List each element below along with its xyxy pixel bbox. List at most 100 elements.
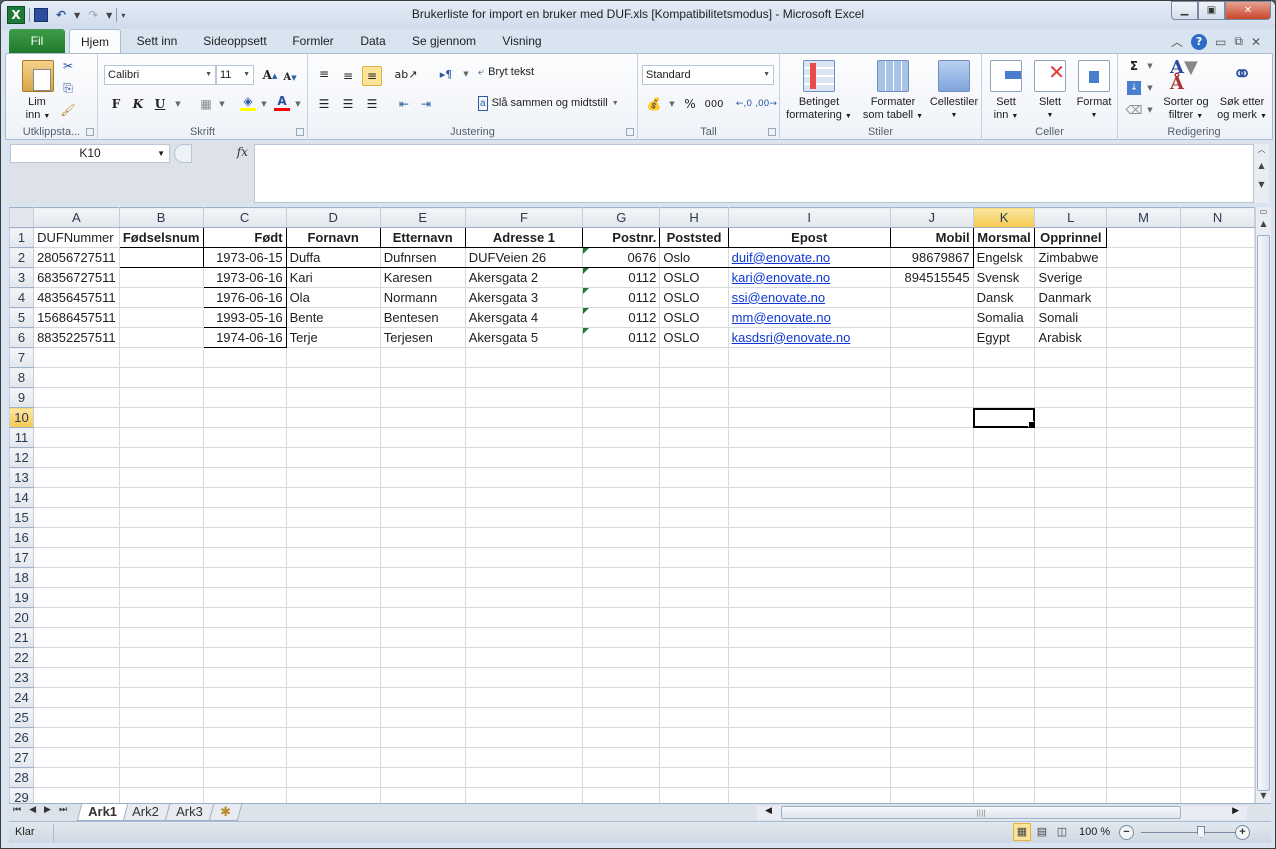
cell-l15[interactable] (1034, 507, 1108, 528)
tab-visning[interactable]: Visning (493, 29, 551, 53)
cell-i28[interactable] (727, 767, 891, 788)
cell-h2[interactable]: Oslo (659, 247, 729, 268)
align-bottom-icon[interactable]: ≡ (362, 66, 382, 86)
cell-d18[interactable] (285, 567, 381, 588)
cell-m18[interactable] (1106, 567, 1182, 588)
cell-h20[interactable] (659, 607, 729, 628)
cell-j9[interactable] (889, 387, 974, 408)
chevron-down-icon[interactable]: ▼ (456, 64, 476, 84)
cell-f18[interactable] (464, 567, 584, 588)
row-header[interactable]: 22 (9, 647, 35, 668)
cell-n4[interactable] (1180, 287, 1255, 308)
cell-n22[interactable] (1180, 647, 1255, 668)
cell-a11[interactable] (33, 427, 120, 448)
cell-n13[interactable] (1180, 467, 1255, 488)
cell-g15[interactable] (582, 507, 661, 528)
cell-k29[interactable] (972, 787, 1036, 803)
cell-a14[interactable] (33, 487, 120, 508)
cell-b28[interactable] (118, 767, 204, 788)
text-direction-icon[interactable]: ▸¶ (436, 64, 456, 84)
cell-l8[interactable] (1034, 367, 1108, 388)
cell-k9[interactable] (972, 387, 1036, 408)
select-all-corner[interactable] (9, 207, 35, 228)
sheet-tab-ark2[interactable]: Ark2 (120, 804, 171, 821)
cell-m7[interactable] (1106, 347, 1182, 368)
cell-j8[interactable] (889, 367, 974, 388)
cell-l3[interactable]: Sverige (1034, 267, 1108, 288)
cell-g24[interactable] (582, 687, 661, 708)
cell-e6[interactable]: Terjesen (379, 327, 466, 348)
name-box[interactable]: K10 ▼ (10, 144, 170, 163)
cell-l1[interactable]: Opprinnel (1034, 227, 1108, 248)
cell-b3[interactable] (118, 267, 204, 288)
cell-d3[interactable]: Kari (285, 267, 381, 288)
cell-g8[interactable] (582, 367, 661, 388)
chevron-down-icon[interactable]: ▼ (157, 145, 165, 162)
cell-f14[interactable] (464, 487, 584, 508)
cell-h1[interactable]: Poststed (659, 227, 729, 248)
cell-i5[interactable]: mm@enovate.no (727, 307, 891, 328)
chevron-down-icon[interactable]: ▼ (1140, 56, 1160, 76)
cell-d1[interactable]: Fornavn (285, 227, 381, 248)
cell-m22[interactable] (1106, 647, 1182, 668)
cell-m24[interactable] (1106, 687, 1182, 708)
row-header[interactable]: 20 (9, 607, 35, 628)
cell-i24[interactable] (727, 687, 891, 708)
cell-d2[interactable]: Duffa (285, 247, 381, 268)
cell-f3[interactable]: Akersgata 2 (464, 267, 584, 288)
cell-d14[interactable] (285, 487, 381, 508)
dialog-launcher-icon[interactable] (296, 128, 304, 136)
cell-e29[interactable] (379, 787, 466, 803)
cell-h7[interactable] (659, 347, 729, 368)
cell-k5[interactable]: Somalia (972, 307, 1036, 328)
cell-c9[interactable] (202, 387, 287, 408)
cell-h5[interactable]: OSLO (659, 307, 729, 328)
cell-m9[interactable] (1106, 387, 1182, 408)
cell-b19[interactable] (118, 587, 204, 608)
cell-l4[interactable]: Danmark (1034, 287, 1108, 308)
cell-h24[interactable] (659, 687, 729, 708)
cell-l12[interactable] (1034, 447, 1108, 468)
accounting-format-icon[interactable]: 💰 (644, 94, 664, 114)
wrap-text-button[interactable]: ⤶ Bryt tekst (478, 66, 534, 79)
cell-k7[interactable] (972, 347, 1036, 368)
increase-decimal-icon[interactable]: ←,0 (734, 94, 754, 114)
cell-c17[interactable] (202, 547, 287, 568)
decrease-decimal-icon[interactable]: ,00→ (755, 94, 777, 114)
cell-f11[interactable] (464, 427, 584, 448)
tab-sideoppsett[interactable]: Sideoppsett (195, 29, 275, 53)
bold-button[interactable]: F (106, 94, 126, 114)
cell-c20[interactable] (202, 607, 287, 628)
cell-l2[interactable]: Zimbabwe (1034, 247, 1108, 268)
cell-j12[interactable] (889, 447, 974, 468)
cell-f7[interactable] (464, 347, 584, 368)
cell-n9[interactable] (1180, 387, 1255, 408)
scroll-up-icon[interactable]: ▲ (1256, 219, 1271, 231)
cell-g14[interactable] (582, 487, 661, 508)
cell-j21[interactable] (889, 627, 974, 648)
cell-f21[interactable] (464, 627, 584, 648)
cell-i14[interactable] (727, 487, 891, 508)
cell-a22[interactable] (33, 647, 120, 668)
chevron-down-icon[interactable]: ▼ (212, 94, 232, 114)
cell-k28[interactable] (972, 767, 1036, 788)
cell-g13[interactable] (582, 467, 661, 488)
row-header[interactable]: 8 (9, 367, 35, 388)
cell-e26[interactable] (379, 727, 466, 748)
restore-button[interactable]: ▣ (1198, 1, 1225, 20)
cell-h29[interactable] (659, 787, 729, 803)
cell-b13[interactable] (118, 467, 204, 488)
cell-h16[interactable] (659, 527, 729, 548)
row-header[interactable]: 16 (9, 527, 35, 548)
cell-j10[interactable] (889, 407, 974, 428)
cell-b11[interactable] (118, 427, 204, 448)
cell-k8[interactable] (972, 367, 1036, 388)
cell-m3[interactable] (1106, 267, 1182, 288)
cell-n17[interactable] (1180, 547, 1255, 568)
cell-l24[interactable] (1034, 687, 1108, 708)
cell-n16[interactable] (1180, 527, 1255, 548)
cell-e18[interactable] (379, 567, 466, 588)
cell-b29[interactable] (118, 787, 204, 803)
cell-k21[interactable] (972, 627, 1036, 648)
cell-j25[interactable] (889, 707, 974, 728)
